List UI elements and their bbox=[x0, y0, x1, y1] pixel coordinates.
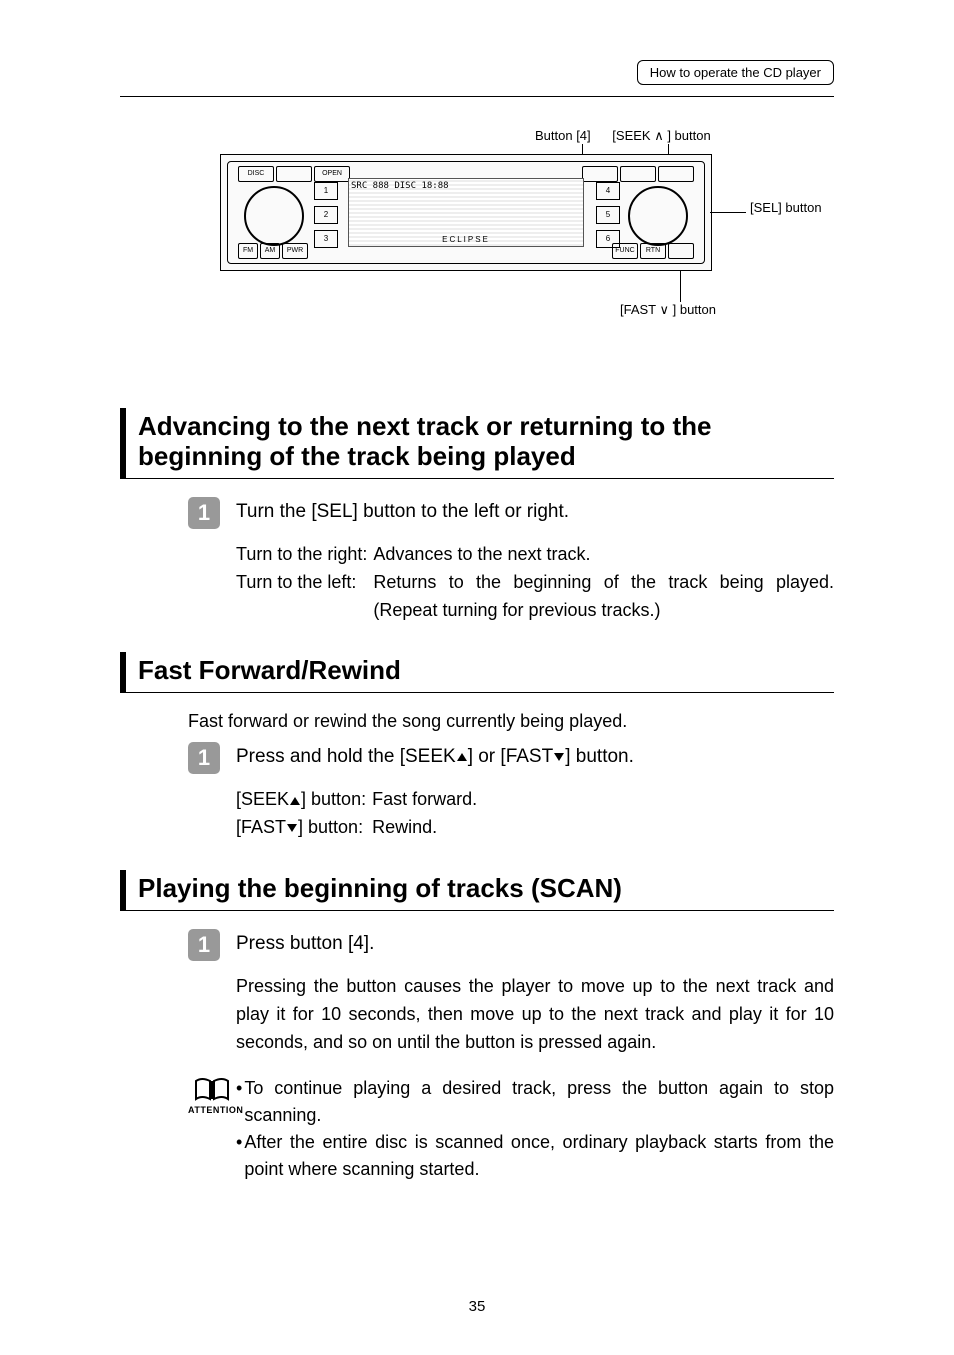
def-val-seek: Fast forward. bbox=[372, 786, 477, 814]
am-button: AM bbox=[260, 243, 280, 259]
preset-col-left: 1 2 3 bbox=[314, 182, 336, 254]
step-number-icon: 1 bbox=[188, 497, 220, 529]
page-number: 35 bbox=[0, 1298, 954, 1315]
caret-down-icon bbox=[287, 824, 297, 832]
header-rule bbox=[120, 96, 834, 97]
step-1-scan: 1 Press button [4]. bbox=[188, 929, 834, 961]
preset-3: 3 bbox=[314, 230, 338, 248]
label-fast-button: [FAST ∨ ] button bbox=[620, 302, 716, 318]
header-section-title: How to operate the CD player bbox=[637, 60, 834, 85]
label-button-4: Button [4] bbox=[535, 128, 591, 143]
rpt-button bbox=[658, 166, 694, 182]
device-diagram: Button [4] [SEEK ∧ ] button DISC OPEN FM… bbox=[220, 130, 810, 271]
sel-knob bbox=[628, 186, 688, 246]
rtn-button: RTN bbox=[640, 243, 666, 259]
scan-paragraph: Pressing the button causes the player to… bbox=[236, 973, 834, 1057]
label-sel-button: [SEL] button bbox=[750, 200, 822, 215]
sound-button bbox=[582, 166, 618, 182]
def-key-right: Turn to the right: bbox=[236, 541, 373, 569]
heading-text: Fast Forward/Rewind bbox=[138, 652, 401, 692]
caret-down-icon bbox=[554, 753, 564, 761]
brand-label: ECLIPSE bbox=[442, 235, 490, 244]
fast-button bbox=[668, 243, 694, 259]
label-seek-button: [SEEK ∧ ] button bbox=[612, 128, 710, 143]
pwr-button: PWR bbox=[282, 243, 308, 259]
step-instruction: Press button [4]. bbox=[236, 929, 374, 955]
attention-item-2: • After the entire disc is scanned once,… bbox=[236, 1129, 834, 1183]
volume-knob bbox=[244, 186, 304, 246]
preset-4: 4 bbox=[596, 182, 620, 200]
def-val-left: Returns to the beginning of the track be… bbox=[373, 569, 834, 625]
def-val-fast: Rewind. bbox=[372, 814, 477, 842]
def-key-fast: [FAST] button: bbox=[236, 814, 372, 842]
def-key-left: Turn to the left: bbox=[236, 569, 373, 625]
lcd-display: SRC 888 DISC 18:88 ECLIPSE bbox=[348, 178, 584, 247]
disc-button: DISC bbox=[238, 166, 274, 182]
intro-ffrw: Fast forward or rewind the song currentl… bbox=[188, 711, 834, 732]
heading-text: Advancing to the next track or returning… bbox=[138, 408, 834, 478]
stereo-faceplate: DISC OPEN FM AM PWR RTN FUNC 1 2 3 4 bbox=[220, 154, 712, 271]
section-heading-advance: Advancing to the next track or returning… bbox=[120, 408, 834, 479]
preset-2: 2 bbox=[314, 206, 338, 224]
attention-item-1: • To continue playing a desired track, p… bbox=[236, 1075, 834, 1129]
def-key-seek: [SEEK] button: bbox=[236, 786, 372, 814]
def-val-right: Advances to the next track. bbox=[373, 541, 834, 569]
open-button: OPEN bbox=[314, 166, 350, 182]
preset-col-right: 4 5 6 bbox=[596, 182, 618, 254]
attention-block: ATTENTION • To continue playing a desire… bbox=[188, 1075, 834, 1183]
section-heading-scan: Playing the beginning of tracks (SCAN) bbox=[120, 870, 834, 911]
step-1-ffrw: 1 Press and hold the [SEEK] or [FAST] bu… bbox=[188, 742, 834, 774]
disp-button bbox=[620, 166, 656, 182]
step-number-icon: 1 bbox=[188, 929, 220, 961]
caret-up-icon bbox=[290, 797, 300, 805]
fm-button: FM bbox=[238, 243, 258, 259]
attention-label: ATTENTION bbox=[188, 1105, 236, 1115]
preset-6: 6 bbox=[596, 230, 620, 248]
preset-1: 1 bbox=[314, 182, 338, 200]
preset-5: 5 bbox=[596, 206, 620, 224]
ecom-button bbox=[276, 166, 312, 182]
step-1-advance: 1 Turn the [SEL] button to the left or r… bbox=[188, 497, 834, 529]
step-instruction: Press and hold the [SEEK] or [FAST] butt… bbox=[236, 742, 634, 768]
definitions-ffrw: [SEEK] button: Fast forward. [FAST] butt… bbox=[236, 786, 477, 842]
step-instruction: Turn the [SEL] button to the left or rig… bbox=[236, 497, 569, 523]
step-number-icon: 1 bbox=[188, 742, 220, 774]
section-heading-ffrw: Fast Forward/Rewind bbox=[120, 652, 834, 693]
definitions-advance: Turn to the right: Advances to the next … bbox=[236, 541, 834, 625]
book-icon bbox=[192, 1075, 232, 1105]
caret-up-icon bbox=[457, 753, 467, 761]
heading-text: Playing the beginning of tracks (SCAN) bbox=[138, 870, 622, 910]
